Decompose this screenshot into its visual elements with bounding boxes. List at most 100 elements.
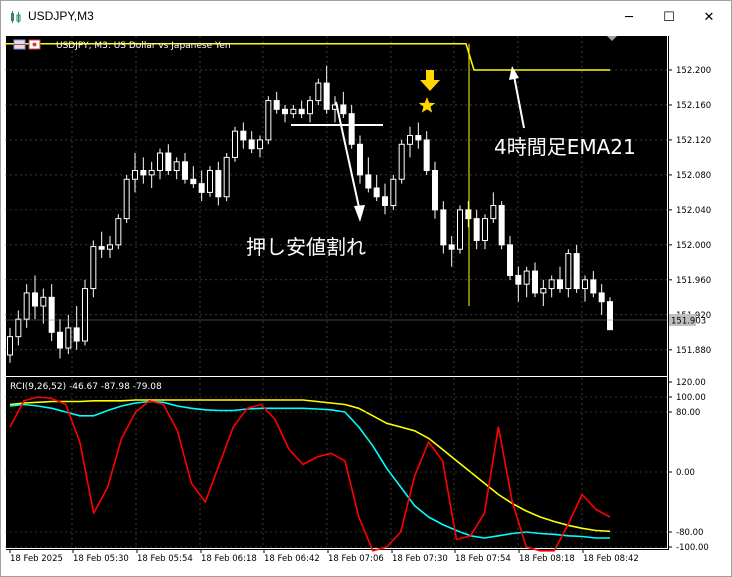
candle-bull — [257, 139, 263, 150]
current-price-label: 151.903 — [671, 317, 706, 327]
candle-bear — [140, 170, 147, 176]
rci-tick-label: -100.00 — [676, 543, 709, 553]
candle-bear — [215, 170, 222, 198]
candle-bull — [65, 327, 72, 349]
candle-bear — [273, 100, 280, 110]
candle-bear — [32, 292, 38, 307]
candle-bear — [190, 178, 197, 185]
candle-bull — [398, 143, 405, 180]
candle-bull — [157, 152, 163, 172]
candle-bear — [590, 279, 597, 294]
candle-bear — [382, 196, 388, 206]
rci-fast-line — [9, 396, 611, 552]
candle-bear — [240, 130, 247, 141]
price-tick-label: 152.160 — [676, 101, 711, 111]
chart-shift-marker — [607, 36, 617, 41]
signal-star-icon — [418, 97, 436, 113]
candle-bear — [415, 135, 422, 141]
candle-bear — [165, 152, 172, 172]
price-tick-label: 152.080 — [676, 171, 711, 181]
ema-arrow-line — [513, 75, 525, 129]
candle-bear — [348, 113, 355, 145]
candle-bear — [182, 161, 188, 180]
candle-bull — [307, 100, 313, 115]
candle-bull — [232, 130, 238, 158]
chart-header: USDJPY, M3: US Dollar vs Japanese Yen — [13, 39, 231, 51]
candle-bull — [15, 318, 22, 338]
price-tick-label: 152.000 — [676, 241, 711, 251]
rci-tick-label: -80.00 — [676, 528, 703, 538]
candle-bear — [573, 253, 580, 290]
price-chart-svg[interactable]: 152.200 152.160 152.120 152.080 152.040 152.0… — [0, 0, 732, 577]
candle-bear — [448, 244, 455, 250]
candle-bear — [440, 209, 447, 246]
candle-bull — [457, 209, 463, 250]
chart-header-text: USDJPY, M3: US Dollar vs Japanese Yen — [56, 41, 231, 51]
price-tick-label: 151.960 — [676, 276, 711, 286]
candle-bull — [523, 270, 530, 285]
candle-bull — [407, 135, 413, 145]
candle-bull — [115, 218, 122, 246]
rci-lines-group — [9, 396, 611, 552]
candle-bear — [532, 270, 538, 294]
candle-bear — [432, 170, 438, 211]
time-tick-label: 18 Feb 08:18 — [519, 554, 575, 564]
candle-bear — [298, 108, 305, 115]
candle-bull — [23, 292, 30, 320]
candle-bull — [482, 218, 488, 241]
candle-bear — [323, 82, 330, 110]
time-tick-label: 18 Feb 06:18 — [201, 554, 257, 564]
time-tick-label: 18 Feb 05:54 — [137, 554, 193, 564]
candle-bull — [540, 288, 547, 294]
candle-bull — [315, 82, 322, 102]
candle-bull — [582, 279, 588, 290]
candle-bull — [223, 156, 230, 198]
price-tick-label: 152.040 — [676, 206, 711, 216]
candle-bull — [82, 288, 88, 342]
candle-bear — [48, 296, 55, 333]
time-tick-label: 18 Feb 2025 — [10, 554, 63, 564]
rci-mid-line — [9, 400, 610, 539]
candle-bear — [248, 139, 255, 150]
candle-bear — [373, 187, 380, 198]
candle-bear — [598, 292, 605, 303]
time-tick-label: 18 Feb 08:42 — [583, 554, 639, 564]
candle-bull — [565, 253, 572, 290]
candle-bull — [107, 244, 113, 250]
candle-bull — [7, 336, 13, 356]
sell-arrow-icon — [420, 70, 440, 91]
time-tick-label: 18 Feb 07:54 — [455, 554, 511, 564]
time-tick-label: 18 Feb 07:06 — [328, 554, 384, 564]
candle-bear — [498, 205, 505, 246]
rci-tick-label: 120.00 — [676, 378, 706, 388]
candle-bear — [357, 143, 363, 176]
indicator-axis: 120.00 100.00 80.00 0.00 -80.00 -100.00 — [5, 378, 709, 553]
candle-bull — [173, 161, 180, 172]
candle-bull — [548, 279, 555, 290]
candle-bull — [207, 170, 213, 193]
candle-bear — [198, 183, 205, 193]
candle-bear — [98, 246, 105, 250]
price-axis: 152.200 152.160 152.120 152.080 152.040 152.0… — [668, 66, 711, 356]
candle-bear — [515, 274, 522, 285]
rci-header-text: RCI(9,26,52) -46.67 -87.98 -79.08 — [10, 382, 162, 392]
candle-bull — [265, 100, 272, 141]
support-arrow-line — [335, 101, 361, 213]
time-tick-label: 18 Feb 05:30 — [73, 554, 129, 564]
candle-bull — [490, 205, 497, 220]
candle-bear — [607, 301, 613, 331]
candle-bear — [423, 139, 430, 172]
candle-bull — [148, 170, 155, 176]
grid-lines — [5, 36, 667, 548]
price-tick-label: 152.120 — [676, 136, 711, 146]
time-tick-label: 18 Feb 06:42 — [264, 554, 320, 564]
time-tick-label: 18 Feb 07:30 — [392, 554, 448, 564]
price-tick-label: 152.200 — [676, 66, 711, 76]
rci-tick-label: 80.00 — [676, 408, 700, 418]
candle-bull — [90, 246, 97, 290]
candles-group — [7, 65, 613, 363]
candle-bull — [123, 178, 130, 220]
candle-bear — [282, 108, 288, 115]
rci-tick-label: 100.00 — [676, 393, 706, 403]
candle-bull — [290, 108, 297, 115]
